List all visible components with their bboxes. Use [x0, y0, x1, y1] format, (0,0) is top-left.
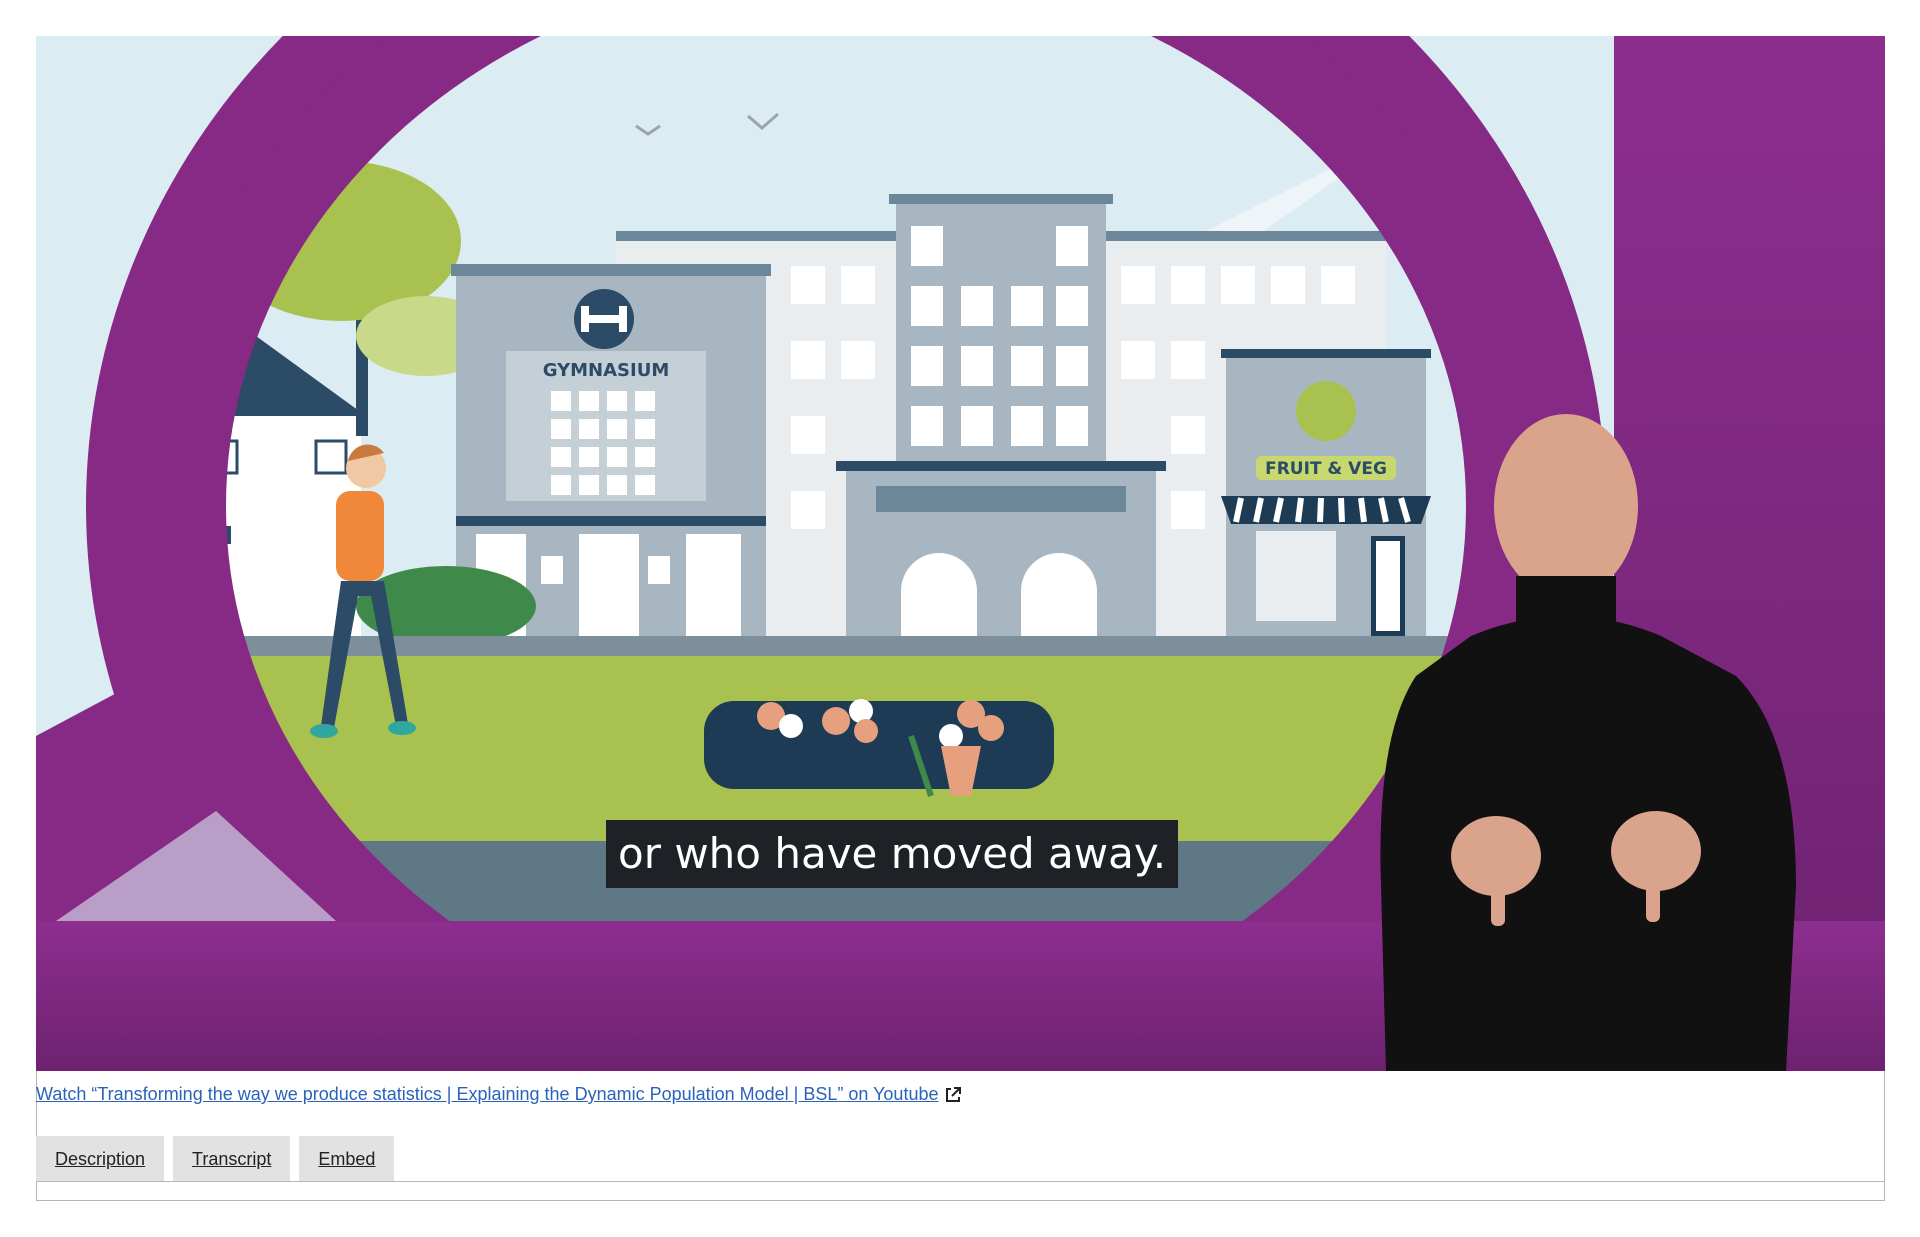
tab-embed[interactable]: Embed: [299, 1136, 395, 1182]
tabs-divider: [36, 1181, 1885, 1182]
video-frame-illustration: FRUIT & VEG GYMNASIUM: [36, 36, 1885, 1071]
tab-transcript[interactable]: Transcript: [173, 1136, 291, 1182]
watch-on-youtube-link-text: Watch “Transforming the way we produce s…: [36, 1084, 939, 1104]
video-player[interactable]: FRUIT & VEG GYMNASIUM or who have moved …: [36, 36, 1885, 1071]
external-link-icon: [946, 1087, 962, 1103]
shop-sign: FRUIT & VEG: [1265, 459, 1387, 479]
tab-description[interactable]: Description: [36, 1136, 165, 1182]
video-info-tabs: Description Transcript Embed: [36, 1136, 395, 1182]
watch-on-youtube-link[interactable]: Watch “Transforming the way we produce s…: [36, 1084, 962, 1105]
video-subtitle: or who have moved away.: [606, 820, 1179, 888]
gym-sign: GYMNASIUM: [543, 360, 670, 381]
